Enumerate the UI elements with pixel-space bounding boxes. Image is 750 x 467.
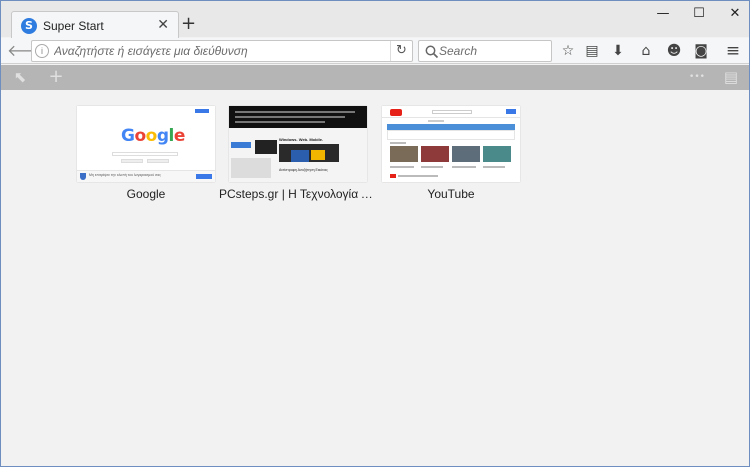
new-tab-button[interactable]: + <box>181 15 196 33</box>
text-line <box>390 166 414 168</box>
search-input[interactable] <box>439 42 547 60</box>
logo-letter: o <box>145 126 158 146</box>
search-bar[interactable] <box>418 40 552 62</box>
bookmark-star-icon[interactable]: ☆ <box>557 41 579 61</box>
youtube-header <box>382 106 520 118</box>
super-start-favicon-icon: S <box>21 18 37 34</box>
footer-strip: Μη επιτρέψτε την κλοπή του λογαριασμού σ… <box>77 170 215 182</box>
tab-strip: S Super Start ✕ + — ☐ ✕ <box>1 1 750 39</box>
pocket-icon[interactable]: ◙ <box>690 41 712 61</box>
headline: Windows. Web. Mobile. <box>279 137 324 142</box>
shield-icon <box>80 173 86 180</box>
nav-mark <box>428 120 444 122</box>
site-thumbnail[interactable]: Windows. Web. Mobile. Αντίστροφη Αναζήτη… <box>229 106 367 182</box>
search-icon <box>425 45 439 59</box>
home-icon[interactable]: ⌂ <box>635 41 657 61</box>
sidebar-icon[interactable]: ▤ <box>720 67 742 87</box>
video-thumbnail <box>390 146 418 162</box>
text-line <box>421 166 443 168</box>
text-line <box>483 166 505 168</box>
promo-mark <box>255 140 277 154</box>
sidebar-mark <box>231 158 271 178</box>
more-options-icon[interactable]: ••• <box>684 67 710 87</box>
site-title[interactable]: Google <box>67 187 225 201</box>
caption: Αντίστροφη Αναζήτηση Εικόνας <box>279 168 328 172</box>
add-site-icon[interactable]: + <box>45 67 67 87</box>
navigation-bar: 🡐 i ↻ ☆ ▤ ⬇ ⌂ ☻ ◙ ≡ <box>1 38 749 64</box>
channel-icon <box>390 174 396 178</box>
video-thumbnail <box>452 146 480 162</box>
signin-mark <box>506 109 516 114</box>
tab-title: Super Start <box>43 19 104 33</box>
site-title[interactable]: YouTube <box>372 187 530 201</box>
emoji-icon[interactable]: ☻ <box>663 41 685 61</box>
site-thumbnail[interactable]: Google Μη επιτρέψτε την κλοπή του λογαρι… <box>77 106 215 182</box>
search-box-mark <box>432 110 472 114</box>
tab-super-start[interactable]: S Super Start ✕ <box>11 11 179 39</box>
laptop-image <box>279 144 339 162</box>
reading-list-icon[interactable]: ▤ <box>581 41 603 61</box>
hamburger-menu-icon[interactable]: ≡ <box>722 41 744 61</box>
footer-button-mark <box>196 174 212 179</box>
super-start-toolbar: ⬉ + ••• ▤ <box>1 65 749 90</box>
signin-mark <box>195 109 209 113</box>
cookie-banner <box>229 106 367 128</box>
search-box-mark <box>112 152 178 156</box>
page-body: Windows. Web. Mobile. Αντίστροφη Αναζήτη… <box>229 128 367 182</box>
google-logo: Google <box>121 126 185 146</box>
text-line <box>235 116 345 118</box>
youtube-logo-icon <box>390 109 402 116</box>
text-line <box>235 111 355 113</box>
downloads-icon[interactable]: ⬇ <box>607 41 629 61</box>
browser-window: S Super Start ✕ + — ☐ ✕ 🡐 i ↻ ☆ ▤ ⬇ ⌂ ☻ … <box>0 0 750 467</box>
close-tab-icon[interactable]: ✕ <box>157 17 169 33</box>
site-title[interactable]: PCsteps.gr | Η Τεχνολογία Απλά <box>219 187 377 201</box>
video-thumbnail <box>483 146 511 162</box>
social-mark <box>231 142 251 148</box>
button-mark <box>147 159 169 163</box>
section-label-mark <box>390 142 406 144</box>
speed-dial-area: Google Μη επιτρέψτε την κλοπή του λογαρι… <box>1 90 749 466</box>
accent-image <box>311 150 325 160</box>
phone-image <box>291 150 309 162</box>
logo-letter: e <box>173 126 186 146</box>
button-mark <box>121 159 143 163</box>
url-bar[interactable]: i ↻ <box>31 40 413 62</box>
logo-letter: G <box>121 126 135 146</box>
url-input[interactable] <box>54 42 384 60</box>
close-window-button[interactable]: ✕ <box>713 1 750 27</box>
site-thumbnail[interactable] <box>382 106 520 182</box>
logo-letter: g <box>156 126 169 146</box>
text-line <box>398 175 438 177</box>
logo-letter: o <box>134 126 146 146</box>
back-arrow-icon[interactable]: 🡐 <box>7 41 50 61</box>
site-info-icon[interactable]: i <box>35 44 49 58</box>
text-line <box>452 166 476 168</box>
banner-body <box>387 130 515 140</box>
footer-text: Μη επιτρέψτε την κλοπή του λογαριασμού σ… <box>89 173 161 177</box>
reload-icon[interactable]: ↻ <box>390 41 412 61</box>
text-line <box>235 121 325 123</box>
pointer-icon[interactable]: ⬉ <box>9 67 31 87</box>
video-thumbnail <box>421 146 449 162</box>
